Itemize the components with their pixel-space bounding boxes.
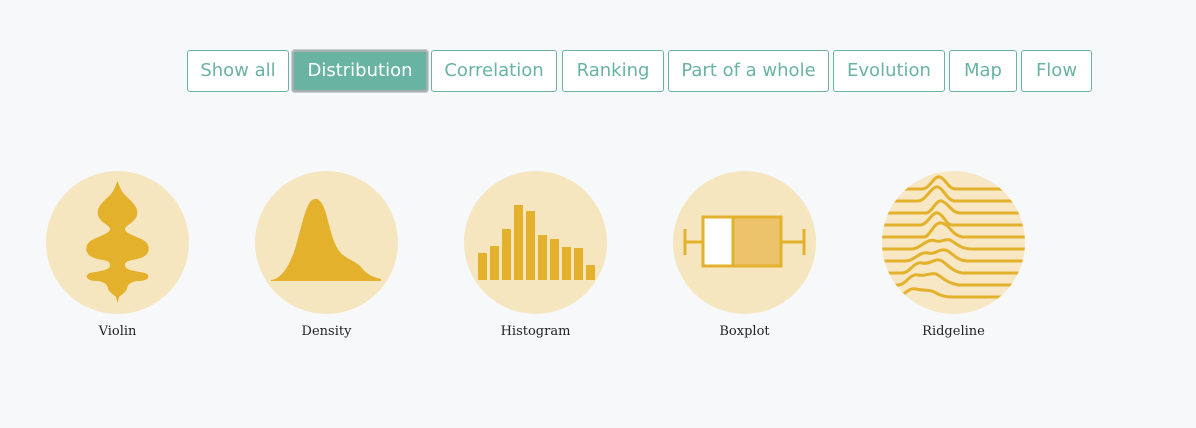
filter-part-of-a-whole-button[interactable]: Part of a whole: [668, 50, 829, 92]
filter-show-all-button[interactable]: Show all: [187, 50, 289, 92]
chart-card-boxplot[interactable]: Boxplot: [673, 171, 816, 339]
chart-label-density: Density: [301, 324, 352, 339]
chart-card-violin[interactable]: Violin: [46, 171, 189, 339]
density-icon[interactable]: [255, 171, 398, 314]
filter-correlation-button[interactable]: Correlation: [431, 50, 557, 92]
boxplot-icon[interactable]: [673, 171, 816, 314]
violin-icon[interactable]: [46, 171, 189, 314]
filter-ranking-button[interactable]: Ranking: [562, 50, 664, 92]
chart-label-ridgeline: Ridgeline: [922, 324, 985, 339]
chart-card-ridgeline[interactable]: Ridgeline: [882, 171, 1025, 339]
chart-label-histogram: Histogram: [500, 324, 571, 339]
chart-card-histogram[interactable]: Histogram: [464, 171, 607, 339]
ridgeline-icon[interactable]: [882, 171, 1025, 314]
filter-map-button[interactable]: Map: [949, 50, 1017, 92]
filter-distribution-button[interactable]: Distribution: [292, 50, 428, 92]
chart-label-boxplot: Boxplot: [719, 324, 770, 339]
filter-flow-button[interactable]: Flow: [1021, 50, 1092, 92]
chart-label-violin: Violin: [98, 324, 137, 339]
histogram-icon[interactable]: [464, 171, 607, 314]
chart-card-density[interactable]: Density: [255, 171, 398, 339]
filter-evolution-button[interactable]: Evolution: [833, 50, 945, 92]
